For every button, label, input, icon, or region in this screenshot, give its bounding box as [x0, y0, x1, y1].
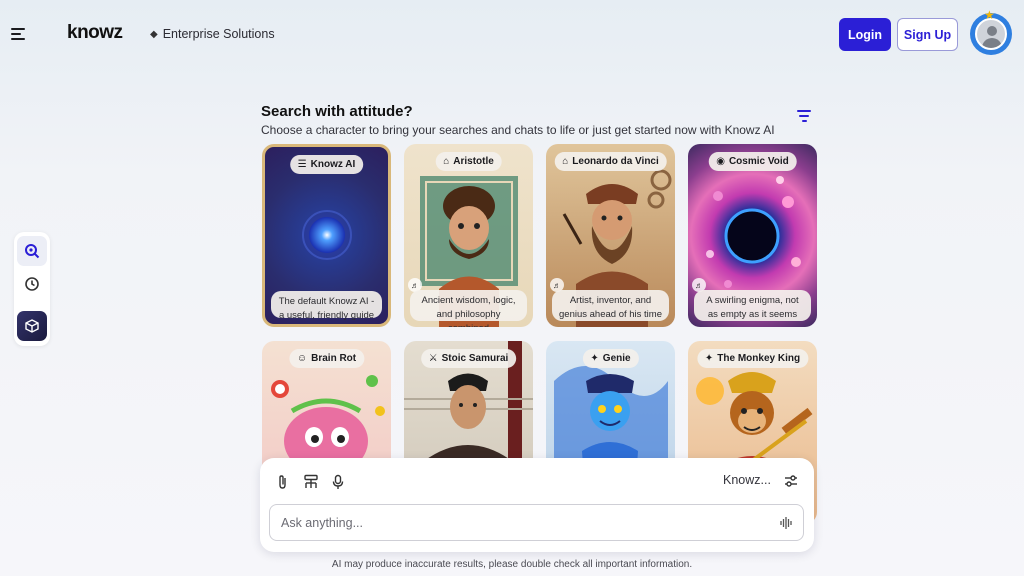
ask-input[interactable] [269, 504, 804, 541]
character-card-knowz-ai[interactable]: ☰ Knowz AI The default Knowz AI - a usef… [262, 144, 391, 327]
settings-sliders-icon[interactable] [783, 473, 799, 489]
character-card-aristotle[interactable]: ⌂ Aristotle ♬ Ancient wisdom, logic, and… [404, 144, 533, 327]
page-title: Search with attitude? [261, 103, 413, 120]
enterprise-label: Enterprise Solutions [162, 27, 275, 41]
voice-wave-icon[interactable] [779, 516, 793, 530]
sparkle-icon: ✦ [590, 353, 599, 364]
planet-icon: ◉ [716, 156, 725, 167]
attach-icon[interactable] [275, 474, 291, 490]
avatar[interactable]: ★ [970, 8, 1012, 55]
side-rail [14, 232, 50, 346]
character-name-tag: ◉ Cosmic Void [708, 152, 797, 171]
character-name-tag: ✦ The Monkey King [696, 349, 809, 368]
disclaimer-text: AI may produce inaccurate results, pleas… [331, 559, 693, 570]
character-card-leonardo-da-vinci[interactable]: ⌂ Leonardo da Vinci ♬ Artist, inventor, … [546, 144, 675, 327]
character-description: Ancient wisdom, logic, and philosophy co… [410, 290, 527, 327]
character-card-cosmic-void[interactable]: ◉ Cosmic Void ♬ A swirling enigma, not a… [688, 144, 817, 327]
star-icon: ★ [984, 8, 995, 22]
signup-button[interactable]: Sign Up [897, 18, 958, 51]
workflow-icon[interactable] [303, 474, 319, 490]
login-button[interactable]: Login [839, 18, 891, 51]
menu-icon[interactable] [11, 28, 29, 46]
character-name-tag: ⌂ Aristotle [435, 152, 502, 171]
character-name-tag: ⌂ Leonardo da Vinci [554, 152, 667, 171]
filter-icon[interactable] [796, 110, 812, 124]
character-name-tag: ☺ Brain Rot [288, 349, 365, 368]
character-name-tag: ✦ Genie [582, 349, 639, 368]
user-icon [975, 18, 1007, 50]
model-selector[interactable]: Knowz... [723, 473, 771, 487]
search-sparkle-icon[interactable] [17, 236, 47, 266]
columns-icon: ⌂ [562, 156, 569, 167]
page-subtitle: Choose a character to bring your searche… [261, 123, 775, 137]
character-name-tag: ☰ Knowz AI [289, 155, 364, 174]
character-description: The default Knowz AI - a useful, friendl… [271, 291, 382, 321]
book-icon: ☰ [297, 159, 307, 170]
character-description: Artist, inventor, and genius ahead of hi… [552, 290, 669, 321]
cube-icon[interactable] [17, 311, 47, 341]
sparkle-icon: ✦ [704, 353, 714, 364]
microphone-icon[interactable] [330, 474, 346, 490]
columns-icon: ⌂ [443, 156, 450, 167]
history-icon[interactable] [17, 269, 47, 299]
gem-icon: ◆ [150, 28, 158, 40]
character-name-tag: ⚔ Stoic Samurai [420, 349, 517, 368]
smiley-icon: ☺ [296, 353, 308, 364]
chat-composer: Knowz... [260, 458, 814, 552]
logo[interactable]: knowz [67, 22, 123, 44]
character-description: A swirling enigma, not as empty as it se… [694, 290, 811, 321]
enterprise-solutions-link[interactable]: ◆ Enterprise Solutions [150, 27, 275, 41]
swords-icon: ⚔ [428, 353, 438, 364]
top-bar: knowz ◆ Enterprise Solutions Login Sign … [0, 0, 1024, 70]
